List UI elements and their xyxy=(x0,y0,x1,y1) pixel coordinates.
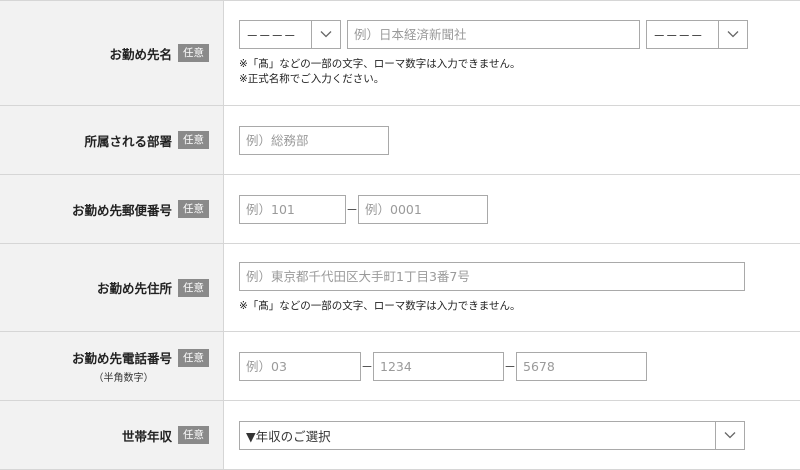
company-name-inputs: －－－－ －－－－ xyxy=(239,19,800,49)
department-field-cell xyxy=(224,106,800,174)
chevron-down-icon xyxy=(311,20,340,48)
postal-code-field-cell: － xyxy=(224,175,800,243)
address-inputs xyxy=(239,261,800,291)
address-label-line: お勤め先住所 任意 xyxy=(97,278,209,297)
company-name-input[interactable] xyxy=(347,19,640,49)
company-name-notes: ※「髙」などの一部の文字、ローマ数字は入力できません。 ※正式名称でご入力くださ… xyxy=(239,57,800,87)
household-income-select-value: ▼年収のご選択 xyxy=(246,428,331,444)
household-income-label-cell: 世帯年収 任意 xyxy=(0,401,224,469)
phone-area-code-input[interactable] xyxy=(239,351,361,381)
phone-label-stack: お勤め先電話番号 任意 （半角数字） xyxy=(72,348,209,384)
department-label-line: 所属される部署 任意 xyxy=(84,131,209,150)
household-income-inputs: ▼年収のご選択 xyxy=(239,420,800,450)
optional-badge: 任意 xyxy=(178,278,209,297)
postal-code-separator: － xyxy=(346,202,359,217)
address-note-chars: ※「髙」などの一部の文字、ローマ数字は入力できません。 xyxy=(239,299,521,312)
department-row: 所属される部署 任意 xyxy=(0,106,800,175)
optional-badge: 任意 xyxy=(178,131,209,149)
phone-field-cell: － － xyxy=(224,332,800,400)
chevron-down-icon xyxy=(718,20,747,48)
optional-badge: 任意 xyxy=(178,348,209,367)
department-input[interactable] xyxy=(239,125,389,155)
company-name-row: お勤め先名 任意 －－－－ －－－－ xyxy=(0,1,800,106)
household-income-label: 世帯年収 xyxy=(121,428,172,444)
phone-exchange-input[interactable] xyxy=(373,351,504,381)
company-name-field-cell: －－－－ －－－－ ※「髙」などの一部の文字、ローマ数字は入力できません。 ※正… xyxy=(224,1,800,105)
address-field-cell: ※「髙」などの一部の文字、ローマ数字は入力できません。 xyxy=(224,244,800,331)
company-prefix-select-value: －－－－ xyxy=(246,27,297,43)
household-income-field-cell: ▼年収のご選択 xyxy=(224,401,800,469)
phone-label: お勤め先電話番号 xyxy=(71,351,172,366)
phone-label-line: お勤め先電話番号 任意 xyxy=(72,348,209,367)
postal-code-second-input[interactable] xyxy=(358,194,488,224)
company-suffix-select-value: －－－－ xyxy=(653,27,704,43)
postal-code-first-input[interactable] xyxy=(239,194,346,224)
chevron-down-icon xyxy=(715,421,744,449)
phone-sub-label: （半角数字） xyxy=(93,373,154,384)
optional-badge: 任意 xyxy=(178,44,209,62)
company-name-note-chars: ※「髙」などの一部の文字、ローマ数字は入力できません。 xyxy=(239,57,521,70)
phone-separator-2: － xyxy=(504,359,517,374)
household-income-row: 世帯年収 任意 ▼年収のご選択 xyxy=(0,401,800,470)
department-label: 所属される部署 xyxy=(84,133,172,149)
address-label: お勤め先住所 xyxy=(96,281,172,296)
address-notes: ※「髙」などの一部の文字、ローマ数字は入力できません。 xyxy=(239,299,800,314)
company-name-note-official: ※正式名称でご入力ください。 xyxy=(239,72,385,85)
postal-code-label-cell: お勤め先郵便番号 任意 xyxy=(0,175,224,243)
postal-code-label-line: お勤め先郵便番号 任意 xyxy=(72,200,209,219)
phone-label-cell: お勤め先電話番号 任意 （半角数字） xyxy=(0,332,224,400)
postal-code-inputs: － xyxy=(239,194,800,224)
phone-separator-1: － xyxy=(361,359,374,374)
company-prefix-select[interactable]: －－－－ xyxy=(239,19,341,49)
company-name-label-cell: お勤め先名 任意 xyxy=(0,1,224,105)
phone-inputs: － － xyxy=(239,351,800,381)
company-name-label-line: お勤め先名 任意 xyxy=(109,44,209,63)
postal-code-label: お勤め先郵便番号 xyxy=(71,202,172,218)
address-label-cell: お勤め先住所 任意 xyxy=(0,244,224,331)
company-suffix-select[interactable]: －－－－ xyxy=(646,19,748,49)
address-row: お勤め先住所 任意 ※「髙」などの一部の文字、ローマ数字は入力できません。 xyxy=(0,244,800,332)
employment-form: お勤め先名 任意 －－－－ －－－－ xyxy=(0,0,800,470)
postal-code-row: お勤め先郵便番号 任意 － xyxy=(0,175,800,244)
address-input[interactable] xyxy=(239,261,745,291)
optional-badge: 任意 xyxy=(178,426,209,444)
household-income-select[interactable]: ▼年収のご選択 xyxy=(239,420,745,450)
household-income-label-line: 世帯年収 任意 xyxy=(122,426,209,445)
phone-line-number-input[interactable] xyxy=(516,351,647,381)
department-label-cell: 所属される部署 任意 xyxy=(0,106,224,174)
optional-badge: 任意 xyxy=(178,200,209,218)
department-inputs xyxy=(239,125,800,155)
company-name-label: お勤め先名 xyxy=(109,46,172,62)
phone-row: お勤め先電話番号 任意 （半角数字） － － xyxy=(0,332,800,401)
